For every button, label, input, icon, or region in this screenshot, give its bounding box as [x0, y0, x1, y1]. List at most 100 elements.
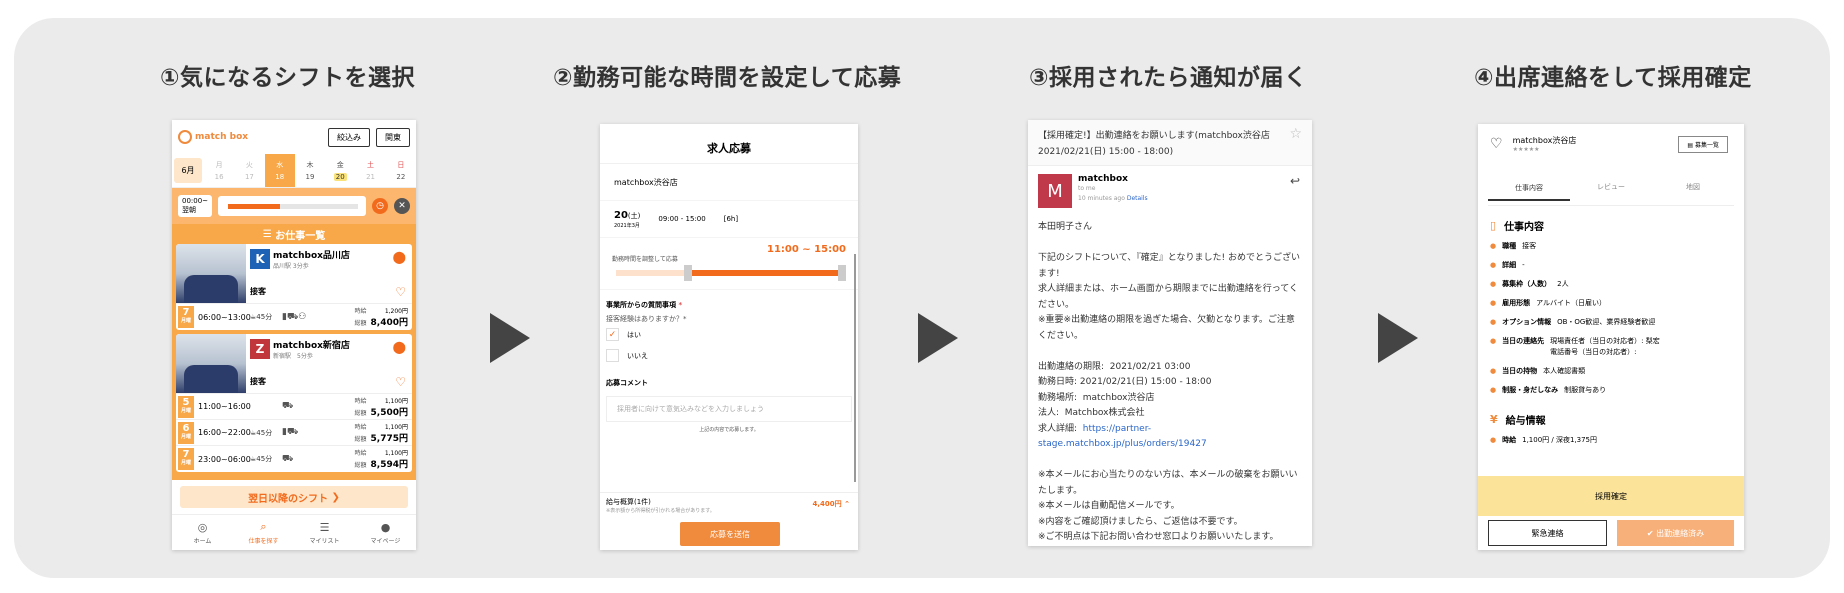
heart-icon[interactable]: ♡: [395, 375, 406, 389]
shop-logo: Z: [250, 339, 270, 359]
shop-logo: K: [250, 249, 270, 269]
email-meta: to me 10 minutes ago Details: [1078, 185, 1148, 202]
tab-home[interactable]: ◎ ホーム: [172, 515, 233, 550]
clock-icon[interactable]: ◷: [372, 198, 388, 214]
time-range-slider[interactable]: [616, 265, 846, 281]
detail-row: ● 当日の持物 本人確認書類: [1490, 367, 1586, 375]
break-time: ☕45分: [250, 313, 273, 321]
tab-mypage[interactable]: ● マイページ: [355, 515, 416, 550]
detail-row: ● 制服・身だしなみ 制服貸与あり: [1490, 386, 1607, 394]
shift-row[interactable]: 7 月曜 23:00~06:00 ☕45分 ⛟ 時給 1,100円 総額 8,594円: [176, 446, 412, 472]
arrow-icon: [490, 313, 530, 363]
tab-review[interactable]: レビュー: [1570, 182, 1652, 192]
job-card[interactable]: Z matchbox新宿店 新宿駅 5分歩 接客 ⬤ ♡ 5 月曜 11:00~16…: [176, 334, 412, 472]
arrow-icon: [1378, 313, 1418, 363]
submit-application-button[interactable]: 応募を送信: [680, 522, 780, 546]
shop-name: matchbox渋谷店: [1512, 136, 1577, 145]
detail-row: ● オプション情報 OB・OG歓迎、業界経験者歓迎: [1490, 318, 1656, 326]
pay-estimate[interactable]: 給与概算(1件) ※表示額から所得税が引かれる場合があります。 4,400円 ⌃: [600, 492, 858, 518]
comment-input[interactable]: 採用者に向けて意気込みなどを入力しましょう: [606, 396, 852, 422]
date-cell[interactable]: 木 19: [295, 154, 325, 187]
pay-info: 時給 1,100円 総額 8,594円: [354, 450, 408, 470]
job-photo: [176, 334, 246, 393]
date-selector: 6月 月 16 火 17 水 18 木 19 金 20 土 21 日 22: [172, 154, 416, 188]
matchbox-logo: match box: [178, 130, 248, 144]
slider-handle-start[interactable]: [684, 265, 692, 281]
adjust-label: 勤務時間を調整して応募: [612, 256, 678, 263]
shift-time: 11:00~16:00: [198, 402, 251, 411]
rating-stars: ★★★★★: [1512, 146, 1540, 153]
heart-icon[interactable]: ♡: [1490, 136, 1503, 152]
shift-time: 06:00~13:00: [198, 312, 251, 322]
map-pin-icon[interactable]: ⬤: [393, 340, 406, 354]
attendance-reported-button[interactable]: ✔ 出勤連絡済み: [1617, 520, 1734, 546]
detail-row: ● 募集枠（人数） 2人: [1490, 280, 1569, 288]
tab-mylist[interactable]: ☰ マイリスト: [294, 515, 355, 550]
detail-row: ● 時給 1,100円 / 深夜1,375円: [1490, 436, 1597, 444]
pay-info: 時給 1,100円 総額 5,500円: [354, 397, 408, 418]
step-title-1: ①気になるシフトを選択: [160, 65, 415, 91]
shift-list-screen: match box 絞込み 関東 6月 月 16 火 17 水 18 木 19 金 20 …: [172, 120, 416, 550]
shop-name: matchbox新宿店: [273, 341, 350, 351]
shift-row[interactable]: 5 月曜 11:00~16:00 ⛟ 時給 1,100円 総額 5,500円: [176, 394, 412, 420]
page-title: 求人応募: [600, 124, 858, 164]
date-cell[interactable]: 日 22: [386, 154, 416, 187]
scrollbar[interactable]: [854, 254, 856, 482]
close-icon[interactable]: ✕: [394, 198, 410, 214]
job-card[interactable]: K matchbox品川店 品川駅 3分歩 接客 ⬤ ♡ 7 月曜 06:00~13…: [176, 244, 412, 330]
shop-header: ♡ matchbox渋谷店 ★★★★★ ▤ 募集一覧: [1478, 124, 1744, 164]
app-header: match box 絞込み 関東: [172, 120, 416, 154]
date-cell[interactable]: 月 16: [204, 154, 234, 187]
checkbox-checked[interactable]: ✓: [606, 328, 619, 341]
map-pin-icon[interactable]: ⬤: [393, 250, 406, 264]
heart-icon[interactable]: ♡: [395, 285, 406, 299]
hire-confirmed-banner: 採用確定: [1478, 476, 1744, 516]
time-slider[interactable]: [218, 196, 366, 216]
tab-job-content[interactable]: 仕事内容: [1488, 183, 1570, 201]
break-time: ☕45分: [250, 428, 273, 437]
confirm-note: 上記の内容で応募します。: [699, 427, 759, 433]
station-text: 新宿駅 5分歩: [273, 353, 313, 360]
date-cell[interactable]: 火 17: [234, 154, 264, 187]
job-list-button[interactable]: ▤ 募集一覧: [1678, 136, 1728, 153]
shop-name: matchbox品川店: [273, 251, 350, 261]
day-badge: 7 月曜: [178, 306, 194, 328]
slider-handle-end[interactable]: [838, 265, 846, 281]
step-title-3: ③採用されたら通知が届く: [1029, 65, 1308, 91]
filter-button[interactable]: 絞込み: [328, 127, 370, 147]
time-filter-bar: 00:00~ 翌朝 ◷ ✕: [172, 188, 416, 224]
pay-info: 時給 1,200円 総額 8,400円: [354, 308, 408, 328]
transport-icons: ▮⛟⚇: [282, 311, 307, 322]
date-cell[interactable]: 土 21: [355, 154, 385, 187]
tab-search[interactable]: ⌕ 仕事を探す: [233, 515, 294, 550]
user-icon: ●: [380, 520, 391, 534]
option-yes[interactable]: ✓ はい: [600, 324, 858, 345]
reply-icon[interactable]: ↩: [1290, 174, 1300, 188]
next-day-shifts-button[interactable]: 翌日以降のシフト ❯: [180, 486, 408, 508]
station-text: 品川駅 3分歩: [273, 263, 309, 270]
time-adjust-section: 勤務時間を調整して応募 11:00 ~ 15:00: [600, 238, 858, 290]
job-photo: [176, 244, 246, 303]
detail-row: ● 職種 接客: [1490, 242, 1537, 250]
checkbox[interactable]: ✓: [606, 349, 619, 362]
logo-text: match box: [195, 132, 249, 142]
shop-name: matchbox渋谷店: [614, 177, 678, 187]
job-list-title: ☰ お仕事一覧: [172, 224, 416, 244]
date-cell-selected[interactable]: 水 18: [264, 154, 295, 187]
tab-map[interactable]: 地図: [1652, 182, 1734, 192]
shift-row[interactable]: 7 月曜 06:00~13:00 ☕45分 ▮⛟⚇ 時給 1,200円 総額 8,40…: [176, 304, 412, 330]
comment-title: 応募コメント: [606, 379, 648, 387]
date-cell[interactable]: 金 20: [325, 154, 355, 187]
arrow-icon: [918, 313, 958, 363]
email-subject: 【採用確定!】出勤連絡をお願いします(matchbox渋谷店 2021/02/2…: [1028, 120, 1312, 166]
emergency-contact-button[interactable]: 緊急連絡: [1488, 520, 1607, 546]
shift-date: 20(土) 2021年3月 09:00 - 15:00 [6h]: [600, 200, 858, 238]
shift-row[interactable]: 6 月曜 16:00~22:00 ☕45分 ▮⛟ 時給 1,100円 総額 5,775…: [176, 420, 412, 446]
details-link[interactable]: Details: [1127, 195, 1148, 202]
sender-name: matchbox: [1078, 174, 1128, 184]
transport-icons: ▮⛟: [282, 427, 299, 437]
region-button[interactable]: 関東: [376, 127, 410, 147]
option-no[interactable]: ✓いいえ: [600, 345, 858, 366]
detail-row: ● 雇用形態 アルバイト（日雇い）: [1490, 299, 1607, 307]
star-icon[interactable]: ☆: [1289, 126, 1302, 142]
